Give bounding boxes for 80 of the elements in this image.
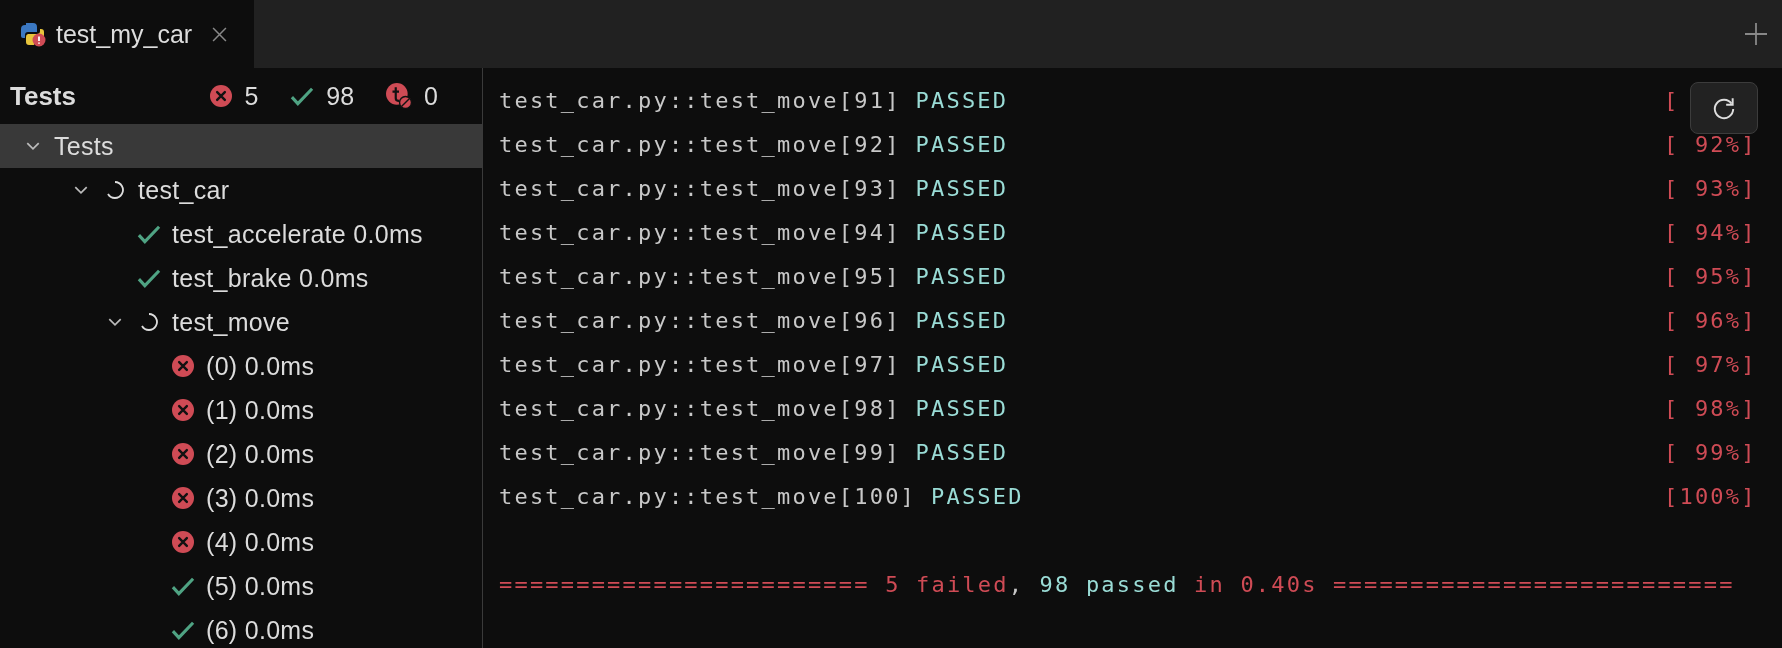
tree-item[interactable]: test_move bbox=[0, 300, 482, 344]
console-text: test_car.py::test_move[94] bbox=[499, 219, 901, 245]
tree-item-label: (3) 0.0ms bbox=[206, 483, 315, 513]
result-text: PASSED bbox=[915, 395, 1009, 421]
progress-percent: [ 97%] bbox=[1664, 351, 1757, 377]
file-tab[interactable]: test_my_car bbox=[0, 0, 254, 68]
console-text: test_car.py::test_move[97] bbox=[499, 351, 901, 377]
error-icon bbox=[172, 399, 194, 421]
count-label: 0 bbox=[424, 81, 438, 111]
error-icon bbox=[172, 487, 194, 509]
tree-item-label: (5) 0.0ms bbox=[206, 571, 315, 601]
tree-item-label: test_brake 0.0ms bbox=[172, 263, 369, 293]
tree-item-label: (1) 0.0ms bbox=[206, 395, 315, 425]
tree-item[interactable]: (1) 0.0ms bbox=[0, 388, 482, 432]
summary-line: ======================== 5 failed, 98 passed in 0.40s ========================== bbox=[499, 570, 1736, 599]
tree-item-label: test_car bbox=[138, 175, 230, 205]
check-icon bbox=[171, 576, 195, 596]
tree-item[interactable]: test_accelerate 0.0ms bbox=[0, 212, 482, 256]
check-icon bbox=[290, 86, 315, 106]
result-text: PASSED bbox=[915, 175, 1009, 201]
result-text: PASSED bbox=[915, 263, 1009, 289]
count-label: 98 bbox=[326, 81, 355, 111]
tree-item[interactable]: test_brake 0.0ms bbox=[0, 256, 482, 300]
tree-item-label: test_move bbox=[172, 307, 291, 337]
progress-percent: [ 95%] bbox=[1664, 263, 1757, 289]
progress-percent: [ 96%] bbox=[1664, 307, 1757, 333]
console-text: test_car.py::test_move[91] bbox=[499, 87, 901, 113]
progress-percent: [ 92%] bbox=[1664, 131, 1757, 157]
progress-percent: [ 94%] bbox=[1664, 219, 1757, 245]
console-text: test_car.py::test_move[93] bbox=[499, 175, 901, 201]
result-text: PASSED bbox=[915, 131, 1009, 157]
tree-item-label: (2) 0.0ms bbox=[206, 439, 315, 469]
result-text: PASSED bbox=[915, 439, 1009, 465]
rerun-button[interactable] bbox=[1690, 82, 1758, 134]
check-icon bbox=[171, 620, 195, 640]
progress-percent: [ 93%] bbox=[1664, 175, 1757, 201]
tree-item[interactable]: (6) 0.0ms bbox=[0, 608, 482, 648]
tab-title: test_my_car bbox=[56, 19, 193, 49]
result-text: PASSED bbox=[915, 219, 1009, 245]
error-icon bbox=[172, 531, 194, 553]
spinner-icon bbox=[105, 180, 125, 200]
error-icon bbox=[210, 85, 233, 107]
close-icon[interactable] bbox=[212, 26, 228, 42]
tree-item[interactable]: (4) 0.0ms bbox=[0, 520, 482, 564]
progress-percent: [100%] bbox=[1664, 483, 1757, 509]
result-text: PASSED bbox=[915, 351, 1009, 377]
tree-item[interactable]: Tests bbox=[0, 124, 482, 168]
tree-item[interactable]: (2) 0.0ms bbox=[0, 432, 482, 476]
panel-title: Tests bbox=[10, 80, 77, 112]
tree-item-label: (6) 0.0ms bbox=[206, 615, 315, 645]
spinner-icon bbox=[139, 312, 159, 332]
count-label: 5 bbox=[244, 81, 259, 111]
console-text: test_car.py::test_move[99] bbox=[499, 439, 901, 465]
result-text: PASSED bbox=[915, 307, 1009, 333]
tree-item-label: Tests bbox=[54, 131, 114, 161]
tree-item[interactable]: test_car bbox=[0, 168, 482, 212]
console-text: test_car.py::test_move[95] bbox=[499, 263, 901, 289]
console-text: test_car.py::test_move[92] bbox=[499, 131, 901, 157]
tree-item-label: (0) 0.0ms bbox=[206, 351, 315, 381]
tree-item-label: test_accelerate 0.0ms bbox=[172, 219, 423, 249]
tree-item[interactable]: (0) 0.0ms bbox=[0, 344, 482, 388]
console-text: test_car.py::test_move[100] bbox=[499, 483, 917, 509]
check-icon bbox=[137, 224, 161, 244]
plus-icon bbox=[1744, 22, 1768, 46]
progress-percent: [ bbox=[1664, 87, 1680, 113]
error-icon bbox=[172, 443, 194, 465]
result-text: PASSED bbox=[931, 483, 1024, 509]
console-text: test_car.py::test_move[98] bbox=[499, 395, 901, 421]
progress-percent: [ 98%] bbox=[1664, 395, 1757, 421]
ignored-icon bbox=[386, 83, 413, 109]
tree-item[interactable]: (3) 0.0ms bbox=[0, 476, 482, 520]
progress-percent: [ 99%] bbox=[1664, 439, 1757, 465]
error-icon bbox=[172, 355, 194, 377]
result-text: PASSED bbox=[915, 87, 1009, 113]
tree-item-label: (4) 0.0ms bbox=[206, 527, 315, 557]
tree-item[interactable]: (5) 0.0ms bbox=[0, 564, 482, 608]
refresh-icon bbox=[1711, 95, 1737, 121]
console-text: test_car.py::test_move[96] bbox=[499, 307, 901, 333]
python-file-icon bbox=[20, 21, 46, 47]
check-icon bbox=[137, 268, 161, 288]
